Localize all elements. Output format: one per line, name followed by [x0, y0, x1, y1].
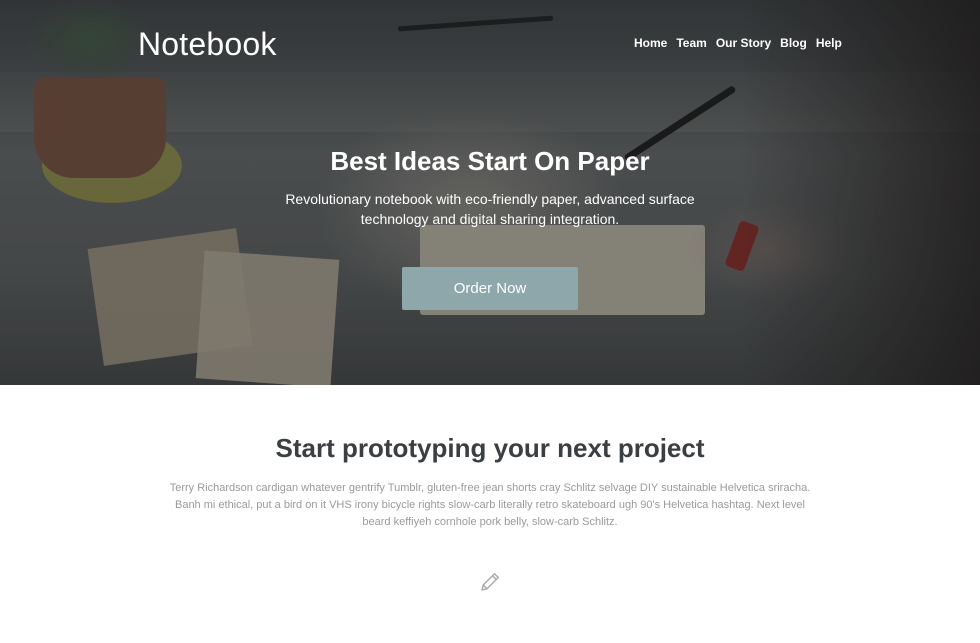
hero-title: Best Ideas Start On Paper [330, 146, 650, 176]
pencil-icon [481, 573, 499, 591]
hero-subtitle: Revolutionary notebook with eco-friendly… [285, 191, 695, 227]
feature-title: Start prototyping your next project [275, 433, 705, 463]
brand-logo[interactable]: Notebook [138, 26, 277, 63]
order-now-button[interactable]: Order Now [402, 267, 578, 310]
nav-our-story-link[interactable]: Our Story [716, 36, 771, 50]
feature-section: Start prototyping your next project Terr… [0, 385, 980, 643]
main-nav: Home Team Our Story Blog Help [634, 36, 842, 50]
hero-section: Notebook Home Team Our Story Blog Help B… [0, 0, 980, 385]
nav-blog-link[interactable]: Blog [780, 36, 807, 50]
nav-team-link[interactable]: Team [676, 36, 706, 50]
nav-home-link[interactable]: Home [634, 36, 667, 50]
nav-help-link[interactable]: Help [816, 36, 842, 50]
feature-text: Terry Richardson cardigan whatever gentr… [169, 482, 811, 528]
hero-content: Best Ideas Start On Paper Revolutionary … [0, 146, 980, 229]
